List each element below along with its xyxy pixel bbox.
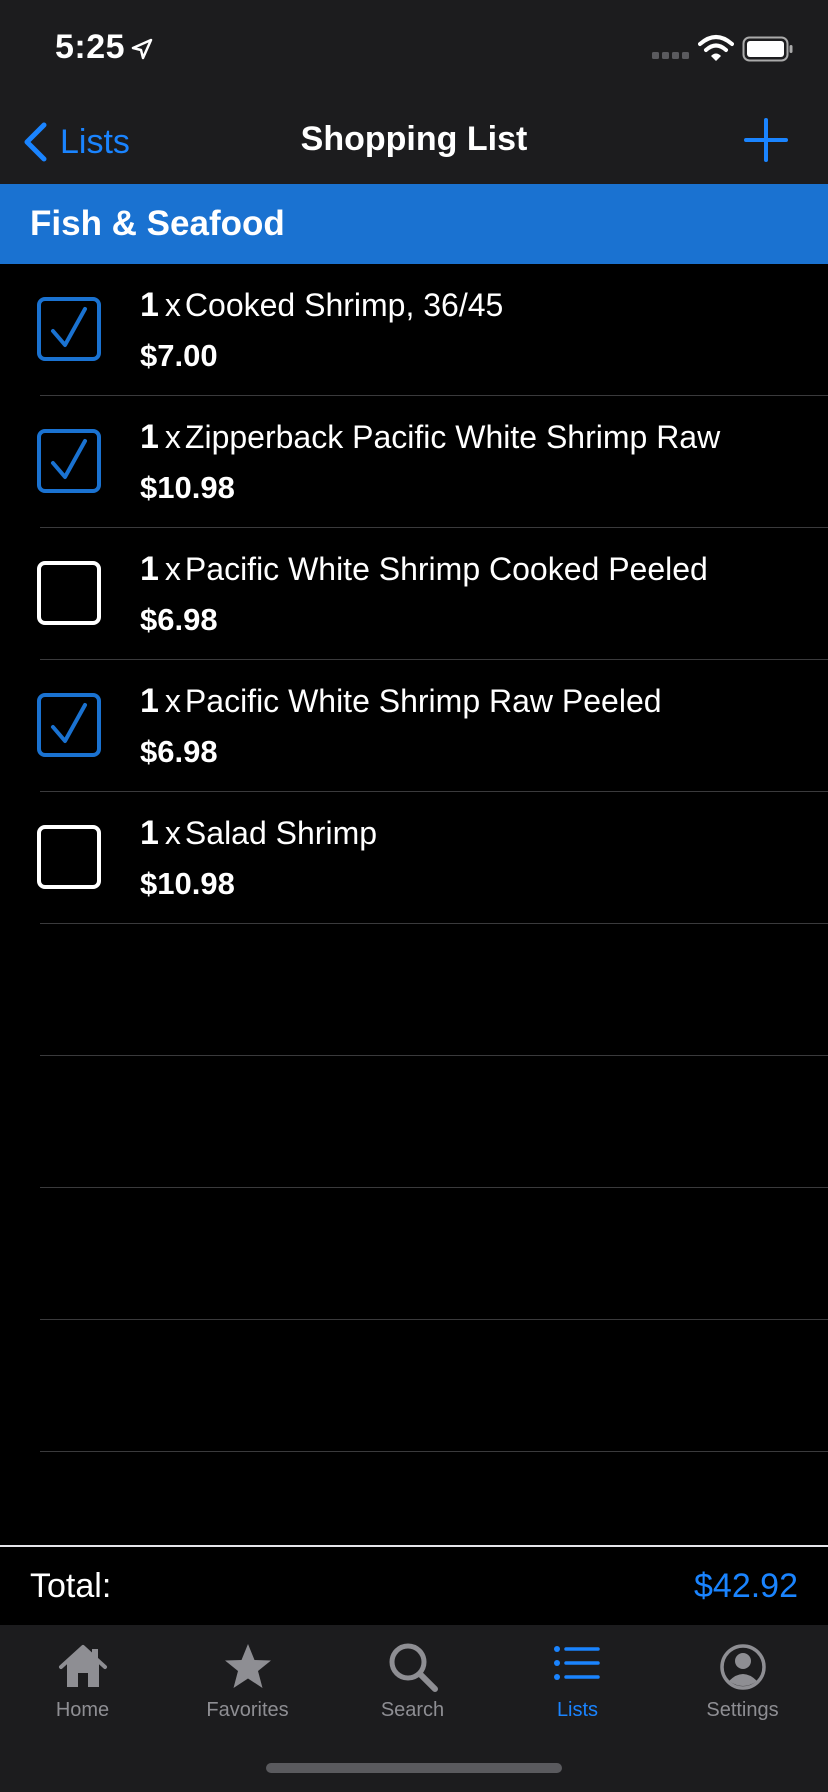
tab-lists[interactable]: Lists: [495, 1641, 660, 1741]
search-icon: [389, 1643, 438, 1692]
tab-label: Lists: [556, 1699, 599, 1721]
tab-label: Home: [55, 1699, 110, 1721]
checkmark-icon: [51, 307, 87, 347]
item-description: 1 x Zipperback Pacific White Shrimp Raw: [140, 418, 720, 457]
list-item[interactable]: 1 x Salad Shrimp $10.98: [0, 792, 828, 924]
item-times: x: [164, 683, 181, 719]
item-times: x: [164, 287, 181, 323]
tab-label: Search: [380, 1699, 445, 1721]
item-name: Zipperback Pacific White Shrimp Raw: [184, 419, 721, 455]
item-checkbox[interactable]: [37, 297, 101, 361]
star-icon: [224, 1644, 271, 1688]
tab-home[interactable]: Home: [0, 1641, 165, 1741]
item-name: Salad Shrimp: [184, 815, 378, 851]
tab-label: Favorites: [206, 1699, 289, 1721]
item-checkbox[interactable]: [37, 429, 101, 493]
item-checkbox[interactable]: [37, 693, 101, 757]
item-quantity: 1: [140, 814, 159, 852]
tab-settings[interactable]: Settings: [660, 1641, 825, 1741]
list-item[interactable]: 1 x Cooked Shrimp, 36/45 $7.00: [0, 264, 828, 396]
item-description: 1 x Cooked Shrimp, 36/45: [140, 286, 503, 325]
screen: 5:25 Lists Shopping List Fish & Seafood …: [0, 0, 828, 1792]
checkmark-icon: [51, 703, 87, 743]
item-description: 1 x Salad Shrimp: [140, 814, 377, 853]
item-checkbox[interactable]: [37, 561, 101, 625]
list-item[interactable]: 1 x Pacific White Shrimp Cooked Peeled $6.…: [0, 528, 828, 660]
empty-row: [0, 924, 828, 1056]
item-quantity: 1: [140, 682, 159, 720]
home-indicator: [266, 1763, 562, 1773]
list-icon: [553, 1646, 600, 1680]
item-list: 1 x Cooked Shrimp, 36/45 $7.00 1 x Zipperbac…: [0, 264, 828, 1584]
list-item[interactable]: 1 x Zipperback Pacific White Shrimp Raw $1…: [0, 396, 828, 528]
battery-icon: [742, 36, 793, 62]
item-quantity: 1: [140, 286, 159, 324]
item-quantity: 1: [140, 418, 159, 456]
item-price: $6.98: [140, 602, 218, 637]
item-price: $7.00: [140, 338, 218, 373]
item-times: x: [164, 815, 181, 851]
item-name: Cooked Shrimp, 36/45: [184, 287, 504, 323]
section-title: Fish & Seafood: [30, 204, 285, 243]
item-checkbox[interactable]: [37, 825, 101, 889]
item-price: $10.98: [140, 470, 235, 505]
add-item-button[interactable]: [744, 118, 788, 162]
total-label: Total:: [30, 1567, 112, 1605]
empty-row: [0, 1056, 828, 1188]
item-price: $10.98: [140, 866, 235, 901]
item-name: Pacific White Shrimp Raw Peeled: [184, 683, 662, 719]
status-time: 5:25: [55, 28, 126, 66]
total-value: $42.92: [694, 1567, 798, 1605]
item-description: 1 x Pacific White Shrimp Raw Peeled: [140, 682, 662, 721]
item-quantity: 1: [140, 550, 159, 588]
tab-label: Settings: [706, 1699, 779, 1721]
checkmark-icon: [51, 439, 87, 479]
person-icon: [719, 1644, 766, 1690]
status-bar: 5:25: [0, 0, 828, 100]
cellular-signal-icon: [652, 52, 689, 59]
location-arrow-icon: [131, 38, 153, 60]
tab-favorites[interactable]: Favorites: [165, 1641, 330, 1741]
empty-row: [0, 1188, 828, 1320]
item-name: Pacific White Shrimp Cooked Peeled: [184, 551, 708, 587]
total-bar: Total: $42.92: [0, 1545, 828, 1625]
item-times: x: [164, 419, 181, 455]
list-item[interactable]: 1 x Pacific White Shrimp Raw Peeled $6.98: [0, 660, 828, 792]
tab-search[interactable]: Search: [330, 1641, 495, 1741]
wifi-icon: [698, 35, 734, 61]
empty-row: [0, 1320, 828, 1452]
section-header: Fish & Seafood: [0, 184, 828, 264]
item-times: x: [164, 551, 181, 587]
item-price: $6.98: [140, 734, 218, 769]
home-icon: [58, 1645, 107, 1687]
item-description: 1 x Pacific White Shrimp Cooked Peeled: [140, 550, 708, 589]
navigation-bar: Lists Shopping List: [0, 100, 828, 184]
page-title: Shopping List: [300, 120, 528, 158]
